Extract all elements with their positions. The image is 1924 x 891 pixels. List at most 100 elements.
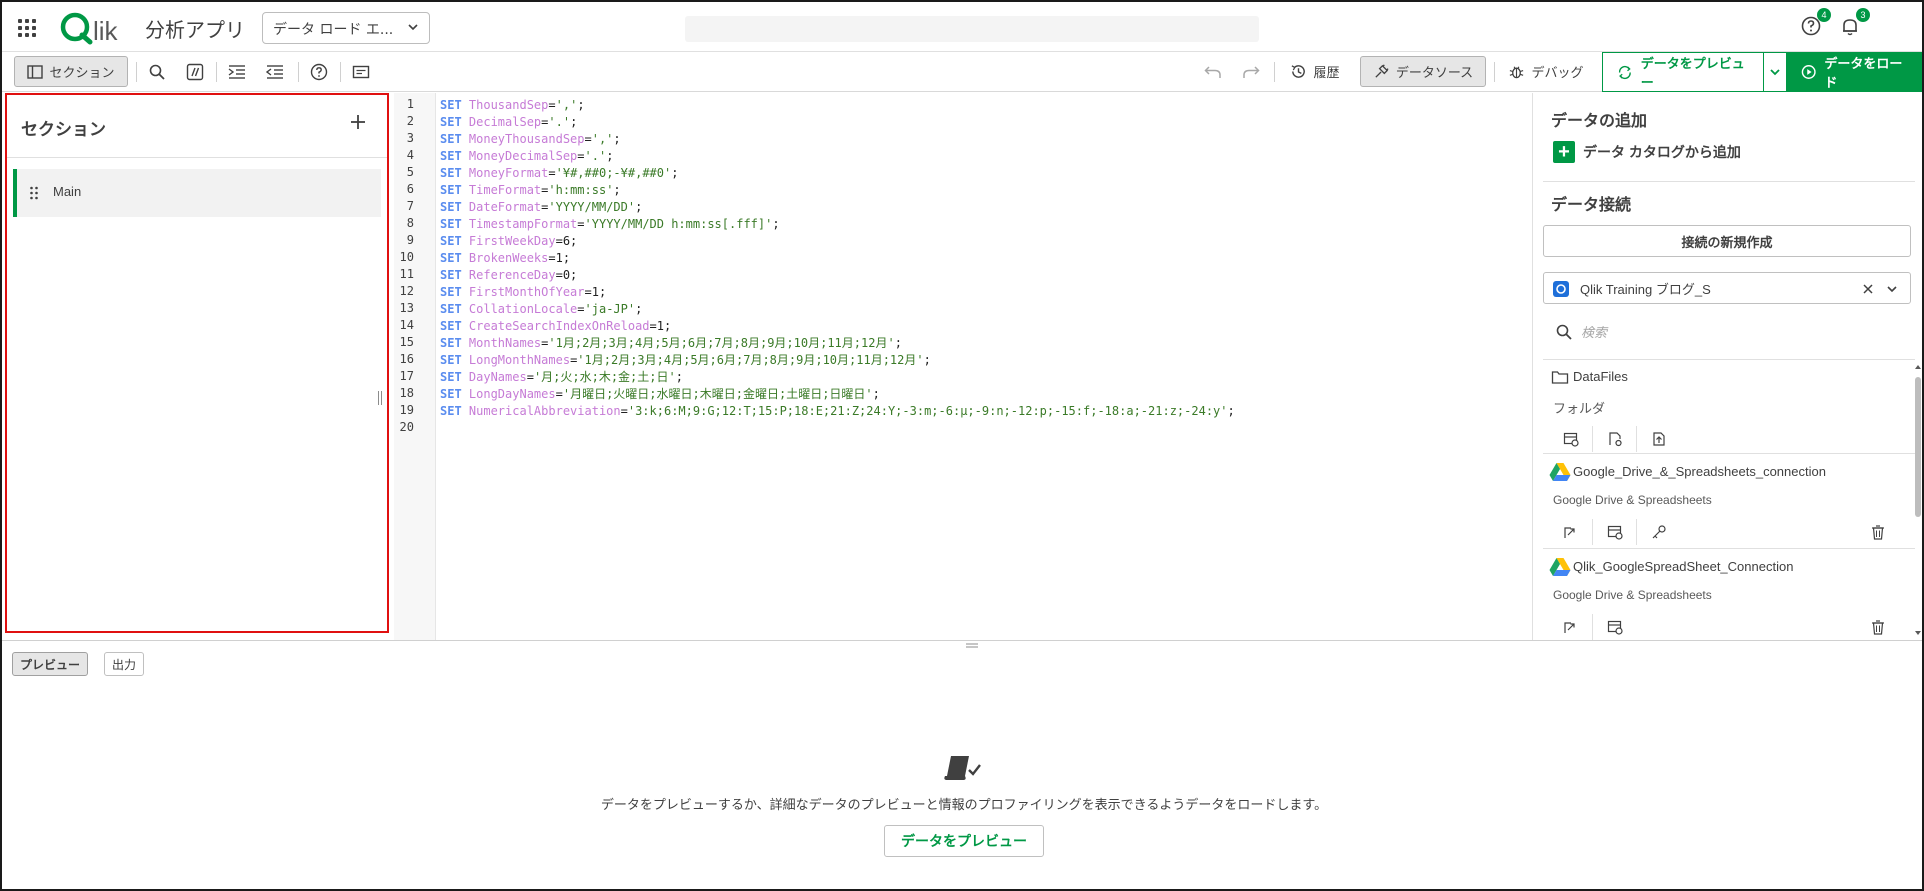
trash-icon[interactable] — [1871, 524, 1885, 540]
create-connection-button[interactable]: 接続の新規作成 — [1543, 225, 1911, 257]
preview-data-cta-button[interactable]: データをプレビュー — [884, 825, 1044, 857]
code-token: SET — [440, 234, 469, 248]
connection-search[interactable] — [1543, 316, 1911, 348]
load-data-button[interactable]: データをロード — [1787, 52, 1922, 92]
redo-button[interactable] — [1236, 56, 1266, 87]
code-line[interactable]: SET FirstWeekDay=6; — [440, 233, 577, 250]
code-line[interactable]: SET LongDayNames='月曜日;火曜日;水曜日;木曜日;金曜日;土曜… — [440, 386, 880, 403]
notifications-button[interactable]: 3 — [1838, 8, 1870, 40]
code-line[interactable]: SET DateFormat='YYYY/MM/DD'; — [440, 199, 642, 216]
undo-button[interactable] — [1198, 56, 1228, 87]
sections-toggle-button[interactable]: セクション — [14, 56, 128, 87]
code-token: '1月;2月;3月;4月;5月;6月;7月;8月;9月;10月;11月;12月' — [548, 336, 895, 350]
sections-panel: セクション Main — [5, 93, 389, 633]
global-search-bar[interactable] — [685, 16, 1259, 42]
snippet-button[interactable] — [346, 56, 376, 87]
scroll-up-icon[interactable] — [1914, 363, 1922, 371]
clear-icon[interactable] — [1862, 283, 1874, 295]
add-from-catalog-button[interactable]: + データ カタログから追加 — [1553, 141, 1741, 163]
scroll-down-icon[interactable] — [1914, 629, 1922, 637]
edit-connection-button[interactable] — [1637, 519, 1681, 545]
code-token: = — [526, 370, 534, 384]
code-line[interactable]: SET LongMonthNames='1月;2月;3月;4月;5月;6月;7月… — [440, 352, 931, 369]
load-data-label: データをロード — [1824, 56, 1903, 90]
search-button[interactable] — [142, 56, 172, 87]
upload-file-icon — [1653, 432, 1665, 446]
datasource-toggle-button[interactable]: データソース — [1360, 56, 1486, 87]
select-data-button[interactable] — [1549, 426, 1593, 452]
help-syntax-button[interactable] — [304, 56, 334, 87]
trash-icon[interactable] — [1871, 619, 1885, 635]
connection-item[interactable]: Google_Drive_&_Spreadsheets_connection G… — [1533, 454, 1913, 548]
code-line[interactable]: SET MoneyDecimalSep='.'; — [440, 148, 613, 165]
view-selector-dropdown[interactable]: データ ロード エ... — [262, 12, 430, 44]
line-number: 11 — [399, 267, 414, 281]
connection-item[interactable]: Qlik_GoogleSpreadSheet_Connection Google… — [1533, 549, 1913, 640]
code-line[interactable]: SET MoneyThousandSep=','; — [440, 131, 621, 148]
qlik-logo[interactable]: lik — [58, 8, 130, 46]
code-line[interactable]: SET BrokenWeeks=1; — [440, 250, 570, 267]
code-token: 'YYYY/MM/DD' — [548, 200, 636, 214]
code-line[interactable]: SET CreateSearchIndexOnReload=1; — [440, 318, 671, 335]
outdent-button[interactable] — [260, 56, 290, 87]
code-token: SET — [440, 166, 469, 180]
code-line[interactable]: SET ThousandSep=','; — [440, 97, 585, 114]
code-token: SET — [440, 285, 469, 299]
upload-file-button[interactable] — [1637, 426, 1681, 452]
comment-button[interactable] — [180, 56, 210, 87]
code-token: ; — [772, 217, 780, 231]
tab-output[interactable]: 出力 — [104, 652, 144, 676]
code-token: FirstWeekDay — [468, 234, 556, 248]
code-token: ; — [613, 132, 621, 146]
insert-script-button[interactable] — [1549, 519, 1593, 545]
code-token: FirstMonthOfYear — [468, 285, 585, 299]
line-number: 10 — [399, 250, 414, 264]
debug-button[interactable]: デバッグ — [1504, 56, 1588, 87]
connection-search-input[interactable] — [1581, 324, 1901, 340]
insert-script-button[interactable] — [1549, 614, 1593, 640]
code-token: SET — [440, 387, 469, 401]
code-line[interactable]: SET NumericalAbbreviation='3:k;6:M;9:G;1… — [440, 403, 1235, 420]
code-line[interactable]: SET FirstMonthOfYear=1; — [440, 284, 606, 301]
code-token: ; — [635, 200, 643, 214]
code-line[interactable]: SET TimestampFormat='YYYY/MM/DD h:mm:ss[… — [440, 216, 780, 233]
scrollbar-thumb[interactable] — [1915, 377, 1921, 517]
plus-icon — [351, 115, 365, 129]
section-item-main[interactable]: Main — [13, 169, 381, 217]
bottom-resize-handle[interactable] — [966, 642, 978, 650]
code-token: '月曜日;火曜日;水曜日;木曜日;金曜日;土曜日;日曜日' — [562, 387, 873, 401]
tab-preview[interactable]: プレビュー — [12, 652, 88, 676]
sections-resize-handle[interactable] — [377, 391, 383, 405]
code-token: = — [548, 98, 556, 112]
history-button[interactable]: 履歴 — [1282, 56, 1348, 87]
add-section-button[interactable] — [345, 109, 371, 135]
space-selector[interactable]: Qlik Training ブログ_S — [1543, 272, 1911, 304]
edit-connection-button[interactable] — [1593, 426, 1637, 452]
preview-options-dropdown[interactable] — [1763, 52, 1787, 92]
line-number: 3 — [406, 131, 414, 145]
chevron-down-icon — [1770, 69, 1780, 76]
code-line[interactable]: SET CollationLocale='ja-JP'; — [440, 301, 642, 318]
preview-data-button[interactable]: データをプレビュー — [1602, 52, 1764, 92]
app-launcher-icon[interactable] — [18, 19, 36, 37]
code-line[interactable]: SET MonthNames='1月;2月;3月;4月;5月;6月;7月;8月;… — [440, 335, 902, 352]
code-line[interactable]: SET TimeFormat='h:mm:ss'; — [440, 182, 621, 199]
select-data-button[interactable] — [1593, 614, 1637, 640]
script-editor[interactable]: 1 2 3 4 5 6 7 8 9 10 11 12 13 14 15 16 17 18 19 20 SET Thou… — [394, 93, 1531, 640]
view-selector-label: データ ロード エ... — [273, 22, 394, 38]
connection-item[interactable]: DataFiles フォルダ — [1533, 359, 1913, 453]
drag-handle-icon[interactable] — [29, 186, 39, 200]
code-line[interactable]: SET DayNames='月;火;水;木;金;土;日'; — [440, 369, 683, 386]
select-data-button[interactable] — [1593, 519, 1637, 545]
file-settings-icon — [1608, 432, 1622, 447]
code-token: TimeFormat — [468, 183, 542, 197]
chevron-down-icon[interactable] — [1886, 283, 1898, 295]
code-line[interactable]: SET MoneyFormat='¥#,##0;-¥#,##0'; — [440, 165, 678, 182]
code-line[interactable]: SET ReferenceDay=0; — [440, 267, 577, 284]
indent-button[interactable] — [222, 56, 252, 87]
connection-list-scrollbar[interactable] — [1914, 363, 1922, 639]
help-button[interactable]: 4 — [1799, 8, 1831, 40]
code-token: '¥#,##0;-¥#,##0' — [555, 166, 672, 180]
sections-toggle-label: セクション — [49, 65, 115, 80]
code-line[interactable]: SET DecimalSep='.'; — [440, 114, 577, 131]
